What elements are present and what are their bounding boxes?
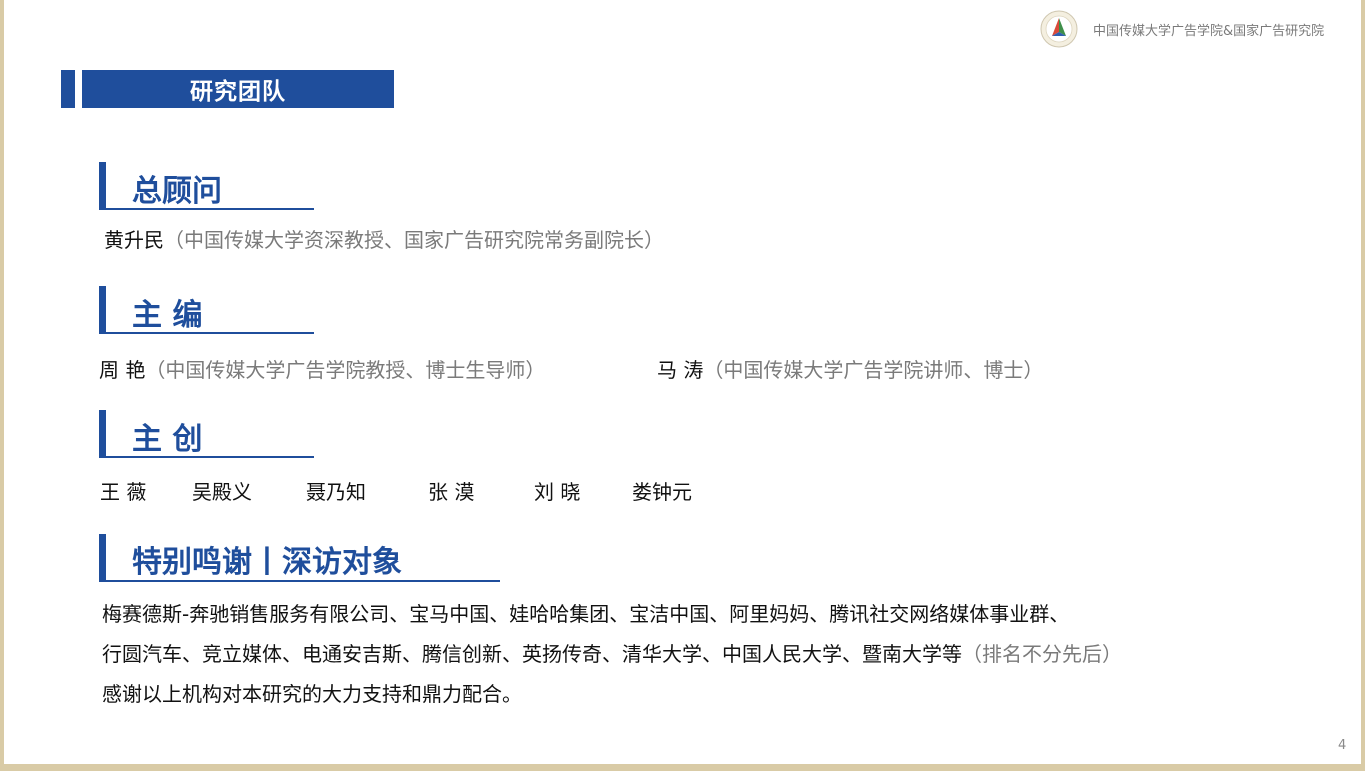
section-underline-editors — [106, 332, 314, 334]
section-bar-editors — [99, 286, 106, 334]
creator-name: 王 薇 — [100, 480, 147, 504]
advisor-note: （中国传媒大学资深教授、国家广告研究院常务副院长） — [164, 228, 664, 252]
thanks-line-2-text: 行圆汽车、竞立媒体、电通安吉斯、腾信创新、英扬传奇、清华大学、中国人民大学、暨南… — [102, 642, 962, 666]
creator-name: 吴殿义 — [192, 480, 252, 504]
org-name: 中国传媒大学广告学院&国家广告研究院 — [1093, 24, 1325, 39]
editor-1: 周 艳（中国传媒大学广告学院教授、博士生导师） — [99, 354, 545, 383]
title-marker — [61, 70, 75, 108]
creator-name: 张 漠 — [428, 480, 475, 504]
creator-name: 娄钟元 — [632, 480, 692, 504]
frame-right-border — [1361, 0, 1365, 771]
section-underline-thanks — [106, 580, 500, 582]
creator-name: 聂乃知 — [306, 480, 366, 504]
creator-name: 刘 晓 — [534, 480, 581, 504]
thanks-line-2: 行圆汽车、竞立媒体、电通安吉斯、腾信创新、英扬传奇、清华大学、中国人民大学、暨南… — [102, 638, 1122, 667]
editor-name: 周 艳 — [99, 358, 146, 382]
editor-note: （中国传媒大学广告学院教授、博士生导师） — [145, 358, 546, 382]
editor-note: （中国传媒大学广告学院讲师、博士） — [703, 358, 1044, 382]
thanks-order-note: （排名不分先后） — [962, 642, 1122, 666]
editor-2: 马 涛（中国传媒大学广告学院讲师、博士） — [657, 354, 1043, 383]
editor-name: 马 涛 — [657, 358, 704, 382]
page-number: 4 — [1338, 738, 1347, 753]
section-heading-thanks: 特别鸣谢丨深访对象 — [132, 545, 402, 580]
section-bar-advisor — [99, 162, 106, 210]
thanks-line-1: 梅赛德斯-奔驰销售服务有限公司、宝马中国、娃哈哈集团、宝洁中国、阿里妈妈、腾讯社… — [102, 602, 1070, 626]
section-heading-advisor: 总顾问 — [132, 174, 222, 209]
page-title: 研究团队 — [82, 70, 394, 108]
section-bar-creators — [99, 410, 106, 458]
advisor-name: 黄升民 — [104, 228, 164, 252]
section-underline-advisor — [106, 208, 314, 210]
thanks-line-3: 感谢以上机构对本研究的大力支持和鼎力配合。 — [102, 682, 522, 706]
section-heading-editors: 主 编 — [132, 298, 203, 333]
section-underline-creators — [106, 456, 314, 458]
frame-bottom-border — [0, 764, 1365, 771]
triangle-seal-logo-icon — [1040, 10, 1078, 48]
advisor-line: 黄升民（中国传媒大学资深教授、国家广告研究院常务副院长） — [104, 224, 664, 253]
section-bar-thanks — [99, 534, 106, 582]
frame-left-border — [0, 0, 4, 771]
section-heading-creators: 主 创 — [132, 422, 203, 457]
